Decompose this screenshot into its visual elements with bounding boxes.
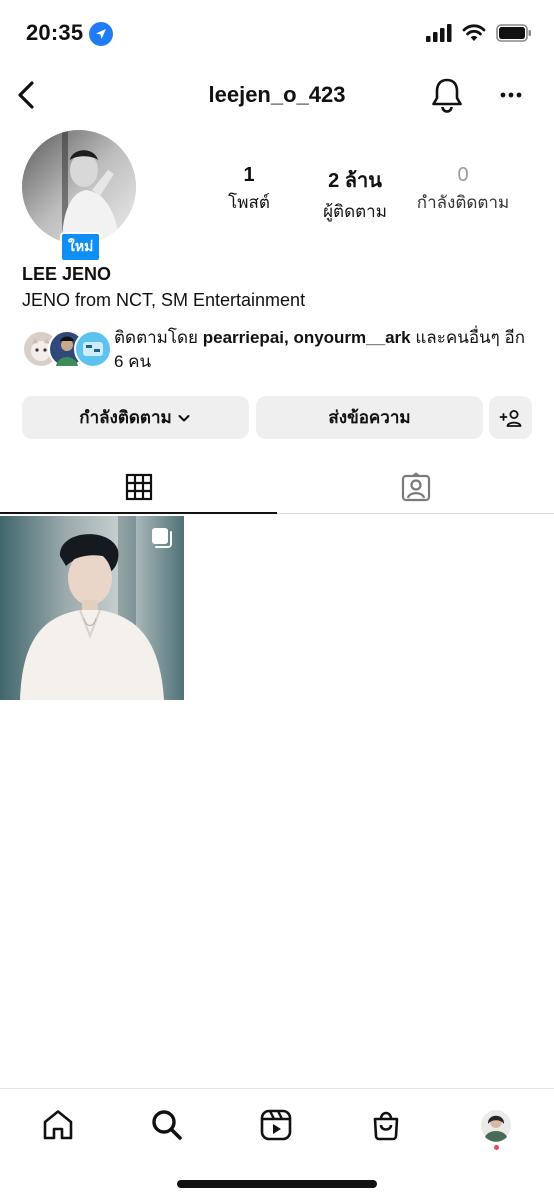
- home-indicator: [177, 1180, 377, 1188]
- followed-by-users[interactable]: pearriepai, onyourm__ark: [203, 328, 411, 347]
- mutual-follower-avatars: [22, 330, 112, 370]
- profile-display-name: LEE JENO: [22, 264, 112, 284]
- status-icons: [426, 24, 532, 42]
- followed-by-text: ติดตามโดย pearriepai, onyourm__ark และคน…: [114, 326, 534, 374]
- tab-shop[interactable]: [366, 1105, 406, 1145]
- notifications-button[interactable]: [430, 76, 464, 114]
- add-person-icon: [499, 409, 521, 427]
- multiple-photos-icon: [152, 528, 172, 548]
- avatar-image: [22, 130, 136, 244]
- following-stat[interactable]: 0 กำลังติดตาม: [412, 164, 514, 216]
- profile-username: leejen_o_423: [208, 82, 346, 107]
- tab-search[interactable]: [147, 1105, 187, 1145]
- followers-stat[interactable]: 2 ล้าน ผู้ติดตาม: [304, 164, 406, 225]
- tab-tagged[interactable]: [277, 462, 554, 514]
- ellipsis-icon: [500, 92, 522, 98]
- home-icon: [43, 1110, 73, 1140]
- profile-nav-bar: leejen_o_423: [0, 70, 554, 120]
- followers-label: ผู้ติดตาม: [323, 202, 387, 221]
- new-story-badge: ใหม่: [60, 232, 102, 262]
- profile-actions: กำลังติดตาม ส่งข้อความ: [22, 396, 532, 440]
- reels-icon: [260, 1109, 292, 1141]
- grid-icon: [125, 473, 152, 501]
- tab-reels[interactable]: [256, 1105, 296, 1145]
- posts-label: โพสต์: [228, 193, 270, 212]
- tagged-person-icon: [401, 472, 430, 502]
- chevron-down-icon: [178, 414, 190, 421]
- bell-icon: [432, 78, 462, 113]
- following-label: กำลังติดตาม: [416, 193, 510, 212]
- posts-count: 1: [243, 164, 255, 186]
- search-icon: [152, 1110, 182, 1140]
- followed-by-row[interactable]: ติดตามโดย pearriepai, onyourm__ark และคน…: [22, 326, 532, 372]
- followers-count: 2 ล้าน: [328, 170, 382, 192]
- profile-avatar[interactable]: ใหม่: [22, 130, 136, 262]
- followed-by-prefix: ติดตามโดย: [114, 328, 203, 347]
- following-button[interactable]: กำลังติดตาม: [22, 396, 249, 439]
- tab-home[interactable]: [38, 1105, 78, 1145]
- mutual-avatar: [74, 330, 112, 368]
- signal-icon: [426, 24, 452, 42]
- following-count: 0: [457, 164, 469, 186]
- notification-dot: [494, 1145, 499, 1150]
- wifi-icon: [462, 24, 486, 41]
- post-thumbnail[interactable]: [0, 516, 184, 700]
- following-button-label: กำลังติดตาม: [79, 408, 172, 427]
- battery-icon: [496, 24, 531, 42]
- tab-posts-grid[interactable]: [0, 462, 277, 514]
- posts-stat[interactable]: 1 โพสต์: [200, 164, 298, 216]
- profile-stats: 1 โพสต์ 2 ล้าน ผู้ติดตาม 0 กำลังติดตาม: [200, 164, 530, 221]
- message-button-label: ส่งข้อความ: [328, 408, 411, 427]
- status-bar: 20:35: [0, 0, 554, 66]
- profile-avatar-icon: [481, 1110, 511, 1142]
- status-time: 20:35: [26, 20, 84, 45]
- suggested-users-button[interactable]: [489, 396, 532, 439]
- location-arrow-icon: [89, 22, 113, 46]
- shopping-bag-icon: [373, 1111, 399, 1141]
- message-button[interactable]: ส่งข้อความ: [256, 396, 483, 439]
- tab-profile[interactable]: [476, 1105, 516, 1145]
- more-options-button[interactable]: [496, 80, 526, 110]
- profile-bio: JENO from NCT, SM Entertainment: [22, 290, 306, 310]
- profile-content-tabs: [0, 462, 554, 514]
